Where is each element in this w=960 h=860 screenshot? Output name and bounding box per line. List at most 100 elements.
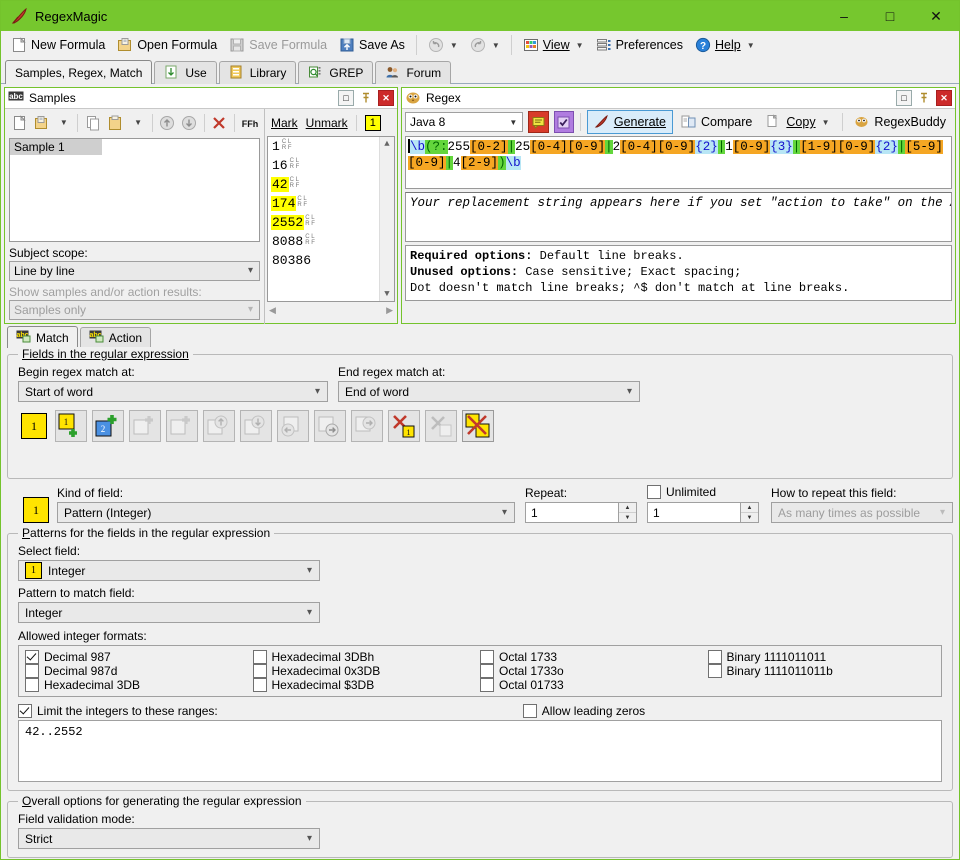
repeat-min-stepper[interactable]: ▲▼ [619,502,637,523]
add-group-button[interactable] [129,410,161,442]
format-checkbox[interactable] [708,664,722,678]
pattern-to-match-select[interactable]: Integer ▾ [18,602,320,623]
delete-group-button[interactable] [425,410,457,442]
help-menu-button[interactable]: ? Help ▼ [689,33,761,57]
scroll-down-icon[interactable]: ▼ [380,287,394,301]
new-sample-button[interactable] [8,112,29,134]
tab-library[interactable]: Library [219,61,297,84]
subject-scope-select[interactable]: Line by line ▾ [9,261,260,281]
insert-group-button[interactable] [166,410,198,442]
undo-caret-icon[interactable]: ▼ [450,41,458,50]
hex-view-button[interactable]: FFh [239,112,261,134]
redo-caret-icon[interactable]: ▼ [492,41,500,50]
checkbox-row[interactable]: Octal 1733o [480,664,708,677]
limit-ranges-checkbox-row[interactable]: Limit the integers to these ranges: [18,704,218,717]
open-sample-dropdown[interactable]: ▼ [52,112,73,134]
replacement-editor[interactable]: Your replacement string appears here if … [405,192,952,242]
panel-restore-icon[interactable]: □ [896,90,912,106]
panel-close-icon[interactable]: ✕ [936,90,952,106]
stepper-up-icon[interactable]: ▲ [619,503,636,513]
open-sample-button[interactable] [30,112,51,134]
tab-action[interactable]: abc Action [80,327,151,348]
select-field-select[interactable]: 1 Integer ▾ [18,560,320,581]
leading-zeros-checkbox-row[interactable]: Allow leading zeros [523,704,645,717]
repeat-max-stepper[interactable]: ▲▼ [741,502,759,523]
format-checkbox[interactable] [480,678,494,692]
format-checkbox[interactable] [480,664,494,678]
format-checkbox[interactable] [253,650,267,664]
regexbuddy-button[interactable]: RegexBuddy [848,111,952,133]
checkbox-row[interactable]: Hexadecimal $3DB [253,678,481,691]
format-checkbox[interactable] [253,678,267,692]
ranges-textarea[interactable]: 42..2552 [18,720,942,782]
tab-grep[interactable]: GREP [298,61,373,84]
repeat-min-input[interactable]: 1 [525,502,619,523]
stepper-down-icon[interactable]: ▼ [619,513,636,522]
leading-zeros-checkbox[interactable] [523,704,537,718]
vertical-scrollbar[interactable]: ▲ ▼ [379,137,394,301]
unlimited-checkbox-row[interactable]: Unlimited [647,485,759,498]
checkbox-row[interactable]: Binary 1111011011 [708,650,936,663]
tab-match[interactable]: abc Match [7,326,78,348]
limit-ranges-checkbox[interactable] [18,704,32,718]
help-caret-icon[interactable]: ▼ [747,41,755,50]
tab-samples-regex-match[interactable]: Samples, Regex, Match [5,60,152,84]
move-field-down-button[interactable] [240,410,272,442]
paste-sample-dropdown[interactable]: ▼ [127,112,148,134]
kind-of-field-select[interactable]: Pattern (Integer) ▾ [57,502,515,523]
panel-close-icon[interactable]: ✕ [378,90,394,106]
stepper-up-icon[interactable]: ▲ [741,503,758,513]
move-sample-up-button[interactable] [157,112,178,134]
format-checkbox[interactable] [480,650,494,664]
list-item[interactable]: Sample 1 [10,139,102,155]
preferences-button[interactable]: Preferences [590,33,689,57]
view-caret-icon[interactable]: ▼ [576,41,584,50]
scroll-left-icon[interactable]: ◀ [269,305,276,316]
validation-mode-select[interactable]: Strict ▾ [18,828,320,849]
format-checkbox[interactable] [25,664,39,678]
unlimited-checkbox[interactable] [647,485,661,499]
save-as-button[interactable]: Save As [333,33,411,57]
panel-pin-icon[interactable] [917,91,931,105]
convert-field-button[interactable] [351,410,383,442]
format-checkbox[interactable] [25,678,39,692]
begin-match-select[interactable]: Start of word ▾ [18,381,328,402]
checkbox-row[interactable]: Binary 1111011011b [708,664,936,677]
tab-use[interactable]: Use [154,61,216,84]
checkbox-row[interactable]: Octal 1733 [480,650,708,663]
insert-field-button[interactable]: 2 [92,410,124,442]
regex-flavor-select[interactable]: Java 8 ▼ [405,112,523,132]
move-field-left-button[interactable] [277,410,309,442]
end-match-select[interactable]: End of word ▾ [338,381,640,402]
delete-sample-button[interactable] [209,112,230,134]
format-checkbox[interactable] [25,650,39,664]
mark-button[interactable]: Mark [271,116,298,130]
checkbox-row[interactable]: Decimal 987d [25,664,253,677]
panel-restore-icon[interactable]: □ [338,90,354,106]
marked-text-area[interactable]: 1C LR F 16C LR F 42C LR F 174C LR F 2552… [267,136,395,302]
copy-button[interactable]: Copy ▼ [760,111,835,133]
format-checkbox[interactable] [708,650,722,664]
regex-comments-button[interactable] [528,111,548,133]
sample-list[interactable]: Sample 1 [9,138,260,242]
checkbox-row[interactable]: Octal 01733 [480,678,708,691]
scroll-right-icon[interactable]: ▶ [386,305,393,316]
undo-button[interactable]: ▼ [422,33,464,57]
close-button[interactable]: ✕ [913,1,959,31]
delete-all-fields-button[interactable] [462,410,494,442]
compare-button[interactable]: Compare [675,111,758,133]
checkbox-row[interactable]: Hexadecimal 3DB [25,678,253,691]
minimize-button[interactable]: – [821,1,867,31]
regex-validate-button[interactable] [554,111,574,133]
copy-sample-button[interactable] [82,112,103,134]
open-formula-button[interactable]: Open Formula [111,33,223,57]
move-field-up-button[interactable] [203,410,235,442]
redo-button[interactable]: ▼ [464,33,506,57]
tab-forum[interactable]: Forum [375,61,451,84]
checkbox-row[interactable]: Decimal 987 [25,650,253,663]
view-menu-button[interactable]: View ▼ [517,33,590,57]
checkbox-row[interactable]: Hexadecimal 0x3DB [253,664,481,677]
maximize-button[interactable]: □ [867,1,913,31]
new-formula-button[interactable]: New Formula [5,33,111,57]
copy-caret-icon[interactable]: ▼ [822,118,830,127]
